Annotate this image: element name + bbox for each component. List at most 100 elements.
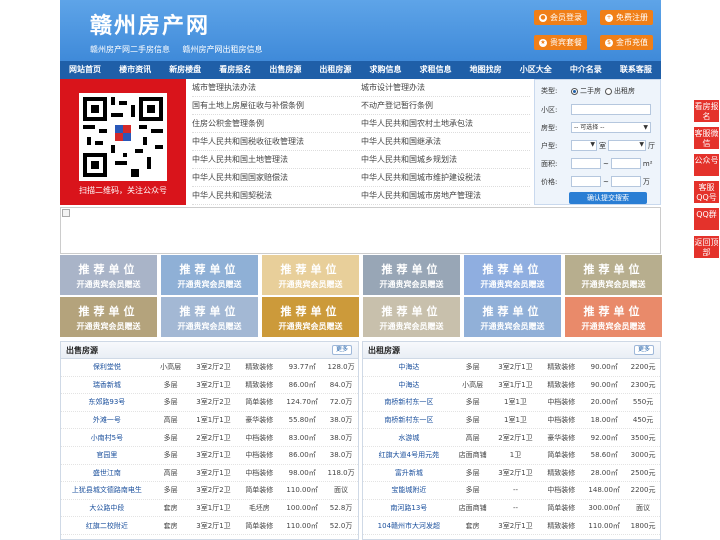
listing-community[interactable]: 中海达 <box>363 380 455 390</box>
nav-want-to-rent[interactable]: 求租信息 <box>411 61 461 79</box>
listing-row[interactable]: 富升新城 多层 3室2厅1卫 精致装修 28.00㎡ 2500元 <box>363 465 660 483</box>
nav-agents[interactable]: 中介名录 <box>561 61 611 79</box>
listing-community[interactable]: 盛世江南 <box>61 468 153 478</box>
listing-community[interactable]: 宝能城附近 <box>363 485 455 495</box>
nav-for-sale[interactable]: 出售房源 <box>260 61 310 79</box>
listing-community[interactable]: 东郊路93号 <box>61 397 153 407</box>
area-max-input[interactable] <box>610 158 641 169</box>
coin-recharge-button[interactable]: $ 金币充值 <box>600 35 653 50</box>
law-link[interactable]: 中华人民共和国城乡规划法 <box>361 151 530 168</box>
site-logo[interactable]: 赣州房产网 <box>90 8 210 40</box>
listing-row[interactable]: 水游城 高层 2室2厅1卫 豪华装修 92.00㎡ 3500元 <box>363 429 660 447</box>
law-link[interactable]: 城市设计管理办法 <box>361 79 530 96</box>
nav-contact[interactable]: 联系客服 <box>611 61 661 79</box>
side-official-account[interactable]: 公众号 <box>694 154 719 176</box>
side-service-wechat[interactable]: 客服微信 <box>694 127 719 149</box>
listing-community[interactable]: 红旗二校附近 <box>61 521 153 531</box>
ad-tile[interactable]: 推荐单位 开通贵宾会员赠送 <box>161 297 258 337</box>
price-min-input[interactable] <box>571 176 601 187</box>
law-link[interactable]: 中华人民共和国农村土地承包法 <box>361 115 530 132</box>
register-button[interactable]: + 免费注册 <box>600 10 653 25</box>
law-link[interactable]: 中华人民共和国税收征收管理法 <box>192 133 361 150</box>
listing-row[interactable]: 大公路中段 套房 3室1厅1卫 毛坯房 100.00㎡ 52.8万 <box>61 500 358 518</box>
secondhand-info-link[interactable]: 赣州房产网二手房信息 <box>90 45 170 54</box>
listing-community[interactable]: 大公路中段 <box>61 503 153 513</box>
listing-community[interactable]: 外滩一号 <box>61 415 153 425</box>
listing-community[interactable]: 瑞香新城 <box>61 380 153 390</box>
listing-row[interactable]: 盛世江南 高层 3室2厅1卫 中档装修 98.00㎡ 118.0万 <box>61 465 358 483</box>
listing-community[interactable]: 官园里 <box>61 450 153 460</box>
ad-tile[interactable]: 推荐单位 开通贵宾会员赠送 <box>565 297 662 337</box>
nav-for-rent[interactable]: 出租房源 <box>310 61 360 79</box>
listing-row[interactable]: 中海达 小高层 3室1厅1卫 精致装修 90.00㎡ 2300元 <box>363 377 660 395</box>
ad-tile[interactable]: 推荐单位 开通贵宾会员赠送 <box>464 255 561 295</box>
radio-secondhand[interactable] <box>571 87 578 95</box>
listing-row[interactable]: 南河路13号 店面商铺 -- 简单装修 300.00㎡ 面议 <box>363 500 660 518</box>
listing-community[interactable]: 上犹县城文德路南电生 <box>61 485 153 495</box>
law-link[interactable]: 中华人民共和国城市房地产管理法 <box>361 187 530 204</box>
vip-package-button[interactable]: ★ 贵宾套餐 <box>534 35 587 50</box>
law-link[interactable]: 中华人民共和国契税法 <box>192 187 361 204</box>
law-link[interactable]: 不动产登记暂行条例 <box>361 97 530 114</box>
ad-tile[interactable]: 推荐单位 开通贵宾会员赠送 <box>262 255 359 295</box>
law-link[interactable]: 中华人民共和国国家赔偿法 <box>192 169 361 186</box>
listing-row[interactable]: 瑞香新城 多层 3室2厅1卫 精致装修 86.00㎡ 84.0万 <box>61 377 358 395</box>
listing-row[interactable]: 小南村5号 多层 2室2厅1卫 中档装修 83.00㎡ 38.0万 <box>61 429 358 447</box>
law-link[interactable]: 中华人民共和国继承法 <box>361 133 530 150</box>
ad-tile[interactable]: 推荐单位 开通贵宾会员赠送 <box>363 297 460 337</box>
law-link[interactable]: 住房公积金管理条例 <box>192 115 361 132</box>
law-link[interactable]: 中华人民共和国城市维护建设税法 <box>361 169 530 186</box>
hall-select[interactable]: ▼ <box>608 140 646 151</box>
ad-tile[interactable]: 推荐单位 开通贵宾会员赠送 <box>464 297 561 337</box>
listing-row[interactable]: 东郊路93号 多层 3室2厅2卫 简单装修 124.70㎡ 72.0万 <box>61 394 358 412</box>
listing-row[interactable]: 官园里 多层 3室2厅1卫 中档装修 86.00㎡ 38.0万 <box>61 447 358 465</box>
nav-map-search[interactable]: 地图找房 <box>461 61 511 79</box>
ad-tile[interactable]: 推荐单位 开通贵宾会员赠送 <box>565 255 662 295</box>
rental-info-link[interactable]: 赣州房产网出租房信息 <box>183 45 263 54</box>
law-link[interactable]: 中华人民共和国土地管理法 <box>192 151 361 168</box>
side-back-to-top[interactable]: 返回顶部 <box>694 236 719 258</box>
listing-community[interactable]: 南桥新村东一区 <box>363 397 455 407</box>
ad-tile[interactable]: 推荐单位 开通贵宾会员赠送 <box>60 297 157 337</box>
search-submit-button[interactable]: 确认提交搜索 <box>569 192 647 204</box>
sale-more-button[interactable]: 更多 <box>331 345 352 355</box>
rent-more-button[interactable]: 更多 <box>633 345 654 355</box>
housetype-select[interactable]: -- 可选择 -- ▼ <box>571 122 651 133</box>
ad-tile[interactable]: 推荐单位 开通贵宾会员赠送 <box>60 255 157 295</box>
listing-community[interactable]: 南桥新村东一区 <box>363 415 455 425</box>
area-min-input[interactable] <box>571 158 601 169</box>
listing-community[interactable]: 保利堂悦 <box>61 362 153 372</box>
listing-row[interactable]: 南桥新村东一区 多层 1室1卫 中档装修 20.00㎡ 550元 <box>363 394 660 412</box>
login-button[interactable]: ● 会员登录 <box>534 10 587 25</box>
law-link[interactable]: 城市管理执法办法 <box>192 79 361 96</box>
listing-row[interactable]: 南桥新村东一区 多层 1室1卫 中档装修 18.00㎡ 450元 <box>363 412 660 430</box>
law-link[interactable]: 国有土地上房屋征收与补偿条例 <box>192 97 361 114</box>
listing-row[interactable]: 外滩一号 高层 1室1厅1卫 豪华装修 55.80㎡ 38.0万 <box>61 412 358 430</box>
listing-community[interactable]: 小南村5号 <box>61 433 153 443</box>
listing-row[interactable]: 红旗二校附近 套房 3室2厅1卫 简单装修 110.00㎡ 52.0万 <box>61 517 358 535</box>
listing-row[interactable]: 宝能城附近 多层 -- 中档装修 148.00㎡ 2200元 <box>363 482 660 500</box>
listing-row[interactable]: 上犹县城文德路南电生 多层 3室2厅2卫 简单装修 110.00㎡ 面议 <box>61 482 358 500</box>
side-service-qq[interactable]: 客服QQ号 <box>694 181 719 203</box>
ad-tile[interactable]: 推荐单位 开通贵宾会员赠送 <box>262 297 359 337</box>
nav-want-to-buy[interactable]: 求购信息 <box>360 61 410 79</box>
side-qq-group[interactable]: QQ群 <box>694 208 719 230</box>
radio-rental[interactable] <box>605 87 612 95</box>
nav-new-homes[interactable]: 新房楼盘 <box>160 61 210 79</box>
listing-row[interactable]: 中海达 多层 3室2厅1卫 精致装修 90.00㎡ 2200元 <box>363 359 660 377</box>
listing-community[interactable]: 红旗大道4号用元苑 <box>363 450 455 460</box>
nav-viewing-signup[interactable]: 看房报名 <box>210 61 260 79</box>
listing-community[interactable]: 富升新城 <box>363 468 455 478</box>
side-viewing-signup[interactable]: 看房报名 <box>694 100 719 122</box>
nav-news[interactable]: 楼市资讯 <box>110 61 160 79</box>
listing-community[interactable]: 南河路13号 <box>363 503 455 513</box>
banner-image-placeholder[interactable] <box>60 207 661 254</box>
ad-tile[interactable]: 推荐单位 开通贵宾会员赠送 <box>161 255 258 295</box>
ad-tile[interactable]: 推荐单位 开通贵宾会员赠送 <box>363 255 460 295</box>
nav-communities[interactable]: 小区大全 <box>511 61 561 79</box>
nav-home[interactable]: 网站首页 <box>60 61 110 79</box>
listing-row[interactable]: 104赣州市大河发超 套房 3室2厅1卫 精致装修 110.00㎡ 1800元 <box>363 517 660 535</box>
listing-community[interactable]: 中海达 <box>363 362 455 372</box>
listing-community[interactable]: 104赣州市大河发超 <box>363 521 455 531</box>
listing-community[interactable]: 水游城 <box>363 433 455 443</box>
